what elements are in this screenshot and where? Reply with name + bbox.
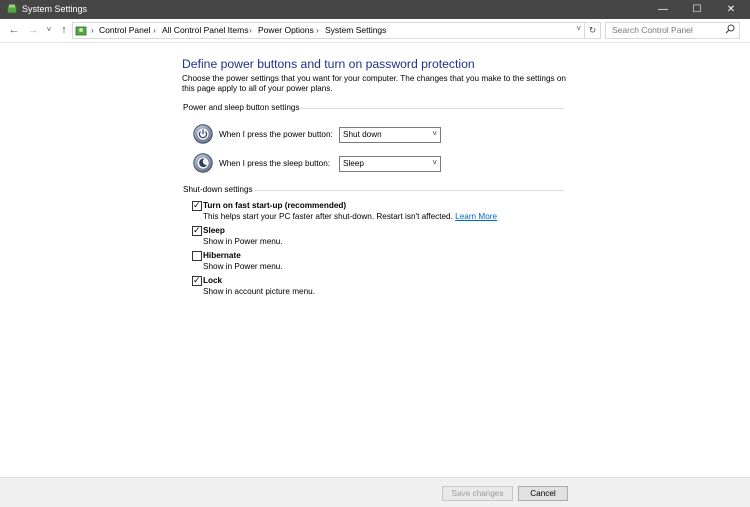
breadcrumb-separator-icon: › [153,25,156,35]
checkmark-icon: ✓ [193,225,201,235]
hibernate-checkbox[interactable] [192,251,202,261]
search-icon[interactable] [725,24,735,34]
sleep-button-action-value: Sleep [343,159,364,168]
sleep-button-icon [193,153,213,173]
shutdown-section-heading: Shut-down settings [183,185,253,194]
fast-startup-label[interactable]: Turn on fast start-up (recommended) [203,201,346,210]
address-bar[interactable]: › Control Panel › All Control Panel Item… [72,22,585,39]
sleep-button-action-select[interactable]: Sleep ˅ [339,156,441,172]
lock-label[interactable]: Lock [203,276,222,285]
breadcrumb-item-all-control-panel-items[interactable]: All Control Panel Items [162,25,248,35]
chevron-down-icon: ˅ [432,158,437,167]
close-icon[interactable]: ✕ [714,0,748,19]
back-arrow-icon[interactable]: ← [7,23,21,37]
control-panel-icon [7,4,17,14]
chevron-down-icon: ˅ [432,129,437,138]
power-button-action-value: Shut down [343,130,382,139]
save-changes-button[interactable]: Save changes [442,486,513,501]
fast-startup-description-text: This helps start your PC faster after sh… [203,212,453,221]
breadcrumb-item-power-options[interactable]: Power Options [258,25,314,35]
lock-checkbox[interactable]: ✓ [192,275,202,286]
page-title: Define power buttons and turn on passwor… [182,57,475,71]
breadcrumb-separator-icon: › [91,25,94,35]
up-arrow-icon[interactable]: ↑ [57,23,71,37]
refresh-icon[interactable]: ↻ [584,22,601,39]
power-button-icon [193,124,213,144]
power-section-heading: Power and sleep button settings [183,103,300,112]
breadcrumb-separator-icon: › [249,25,252,35]
footer-bar: Save changes Cancel [0,477,750,507]
recent-locations-chevron-icon[interactable]: ˅ [42,23,56,37]
control-panel-icon [75,26,87,36]
sleep-label[interactable]: Sleep [203,226,225,235]
section-divider [255,190,564,191]
search-placeholder: Search Control Panel [612,25,693,35]
sleep-button-label: When I press the sleep button: [219,159,331,168]
hibernate-label[interactable]: Hibernate [203,251,241,260]
sleep-description: Show in Power menu. [203,237,283,246]
learn-more-link[interactable]: Learn More [455,212,497,221]
title-bar: System Settings — ☐ ✕ [0,0,750,19]
forward-arrow-icon[interactable]: → [26,23,40,37]
maximize-icon[interactable]: ☐ [680,0,714,19]
search-input[interactable]: Search Control Panel [605,22,740,39]
fast-startup-description: This helps start your PC faster after sh… [203,212,497,221]
window-title: System Settings [22,4,88,14]
section-divider [300,108,564,109]
power-button-action-select[interactable]: Shut down ˅ [339,127,441,143]
minimize-icon[interactable]: — [646,0,680,19]
breadcrumb-separator-icon: › [316,25,319,35]
breadcrumb-item-system-settings[interactable]: System Settings [325,25,386,35]
hibernate-description: Show in Power menu. [203,262,283,271]
sleep-checkbox[interactable]: ✓ [192,225,202,236]
navigation-bar: ← → ˅ ↑ › Control Panel › All Control Pa… [0,19,750,43]
page-description: Choose the power settings that you want … [182,74,566,93]
lock-description: Show in account picture menu. [203,287,315,296]
checkmark-icon: ✓ [193,200,201,210]
fast-startup-checkbox[interactable]: ✓ [192,200,202,211]
address-dropdown-icon[interactable]: ˅ [576,24,581,33]
cancel-button[interactable]: Cancel [518,486,568,501]
power-button-label: When I press the power button: [219,130,333,139]
checkmark-icon: ✓ [193,275,201,285]
breadcrumb-item-control-panel[interactable]: Control Panel [99,25,151,35]
